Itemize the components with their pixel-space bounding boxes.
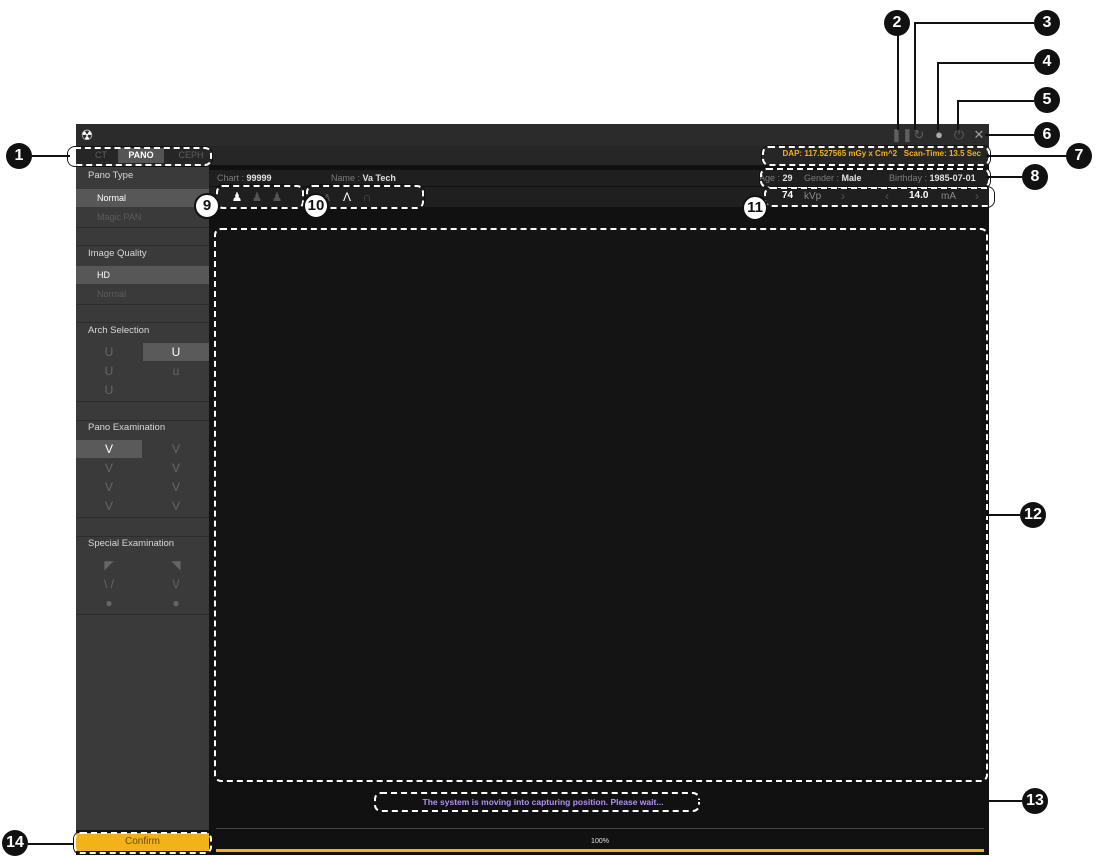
sinus-lateral-icon[interactable]: \ /: [76, 575, 142, 593]
left-panel: Pano Type Normal Magic PAN Image Quality…: [76, 165, 209, 851]
callout-11: 11: [742, 195, 768, 221]
leader-line: [937, 62, 939, 130]
image-quality-normal[interactable]: Normal: [76, 285, 209, 303]
callout-10: 10: [303, 193, 329, 219]
arch-full-icon[interactable]: U: [76, 343, 142, 361]
leader-line: [957, 100, 1034, 102]
bulb-icon[interactable]: ●: [931, 127, 947, 143]
leader-line: [986, 176, 1022, 178]
arch-narrow-icon[interactable]: u: [143, 362, 209, 380]
arch-wide-icon[interactable]: U: [76, 381, 142, 399]
callout-2: 2: [884, 10, 910, 36]
title-bar: ☢ ❚❚ ↻ ● ⏻ ✕: [76, 124, 989, 146]
sinus-pa-icon[interactable]: \/: [143, 575, 209, 593]
special-examination-title: Special Examination: [88, 538, 175, 549]
leader-line: [696, 800, 1022, 802]
highlight-status: [374, 792, 700, 812]
progress-label: 100%: [591, 838, 609, 845]
arch-mandible-icon[interactable]: U: [76, 362, 142, 380]
leader-line: [937, 62, 1034, 64]
divider: [76, 227, 209, 228]
pano-type-normal[interactable]: Normal: [76, 189, 209, 207]
callout-1: 1: [6, 143, 32, 169]
exam-standard-icon[interactable]: V: [76, 440, 142, 458]
name-field: Name : Va Tech: [331, 173, 396, 183]
callout-7: 7: [1066, 143, 1092, 169]
highlight-patient-details: [760, 168, 990, 188]
exam-bitewing-icon[interactable]: V: [76, 478, 142, 496]
arch-maxilla-icon[interactable]: U: [143, 343, 209, 361]
highlight-mode-tabs: [68, 147, 212, 166]
divider: [76, 401, 209, 402]
radiation-icon: ☢: [80, 127, 94, 143]
progress-bar: 100%: [216, 828, 984, 852]
callout-3: 3: [1034, 10, 1060, 36]
callout-13: 13: [1022, 788, 1048, 814]
highlight-patient-size: [216, 185, 304, 209]
exam-reduced-icon[interactable]: V: [76, 497, 142, 515]
callout-6: 6: [1034, 122, 1060, 148]
pause-icon[interactable]: ❚❚: [891, 127, 913, 143]
pano-type-magic-pan[interactable]: Magic PAN: [76, 208, 209, 226]
image-quality-hd[interactable]: HD: [76, 266, 209, 284]
callout-4: 4: [1034, 49, 1060, 75]
power-icon[interactable]: ⏻: [951, 127, 967, 143]
exam-left-icon[interactable]: V: [76, 459, 142, 477]
progress-fill: [216, 849, 984, 852]
leader-line: [897, 34, 899, 130]
callout-5: 5: [1034, 87, 1060, 113]
exam-right-icon[interactable]: V: [143, 440, 209, 458]
exam-orthogonal-icon[interactable]: V: [143, 478, 209, 496]
highlight-confirm: [74, 832, 212, 854]
divider: [76, 614, 209, 615]
highlight-exposure: [764, 187, 994, 207]
callout-14: 14: [2, 830, 28, 856]
sinus-front-icon[interactable]: ●: [143, 594, 209, 612]
leader-line: [986, 155, 1066, 157]
pano-examination-title: Pano Examination: [88, 422, 166, 433]
callout-12: 12: [1020, 502, 1046, 528]
leader-line: [28, 843, 74, 845]
leader-line: [984, 514, 1020, 516]
highlight-scan-info: [762, 146, 990, 166]
callout-8: 8: [1022, 164, 1048, 190]
progress-track: [216, 828, 984, 829]
divider: [76, 517, 209, 518]
leader-line: [30, 155, 70, 157]
callout-9: 9: [194, 193, 220, 219]
image-quality-title: Image Quality: [88, 248, 147, 259]
sinus-side-icon[interactable]: ●: [76, 594, 142, 612]
arch-selection-title: Arch Selection: [88, 325, 150, 336]
exam-child-icon[interactable]: V: [143, 497, 209, 515]
leader-line: [914, 22, 1034, 24]
leader-line: [914, 22, 916, 130]
chart-field: Chart : 99999: [217, 173, 272, 183]
pano-type-title: Pano Type: [88, 170, 134, 181]
tmj-open-icon[interactable]: ◤: [76, 556, 142, 574]
divider: [76, 304, 209, 305]
exam-front-icon[interactable]: V: [143, 459, 209, 477]
tmj-close-icon[interactable]: ◥: [143, 556, 209, 574]
leader-line: [985, 134, 1035, 136]
leader-line: [957, 100, 959, 130]
highlight-viewer: [214, 228, 988, 782]
